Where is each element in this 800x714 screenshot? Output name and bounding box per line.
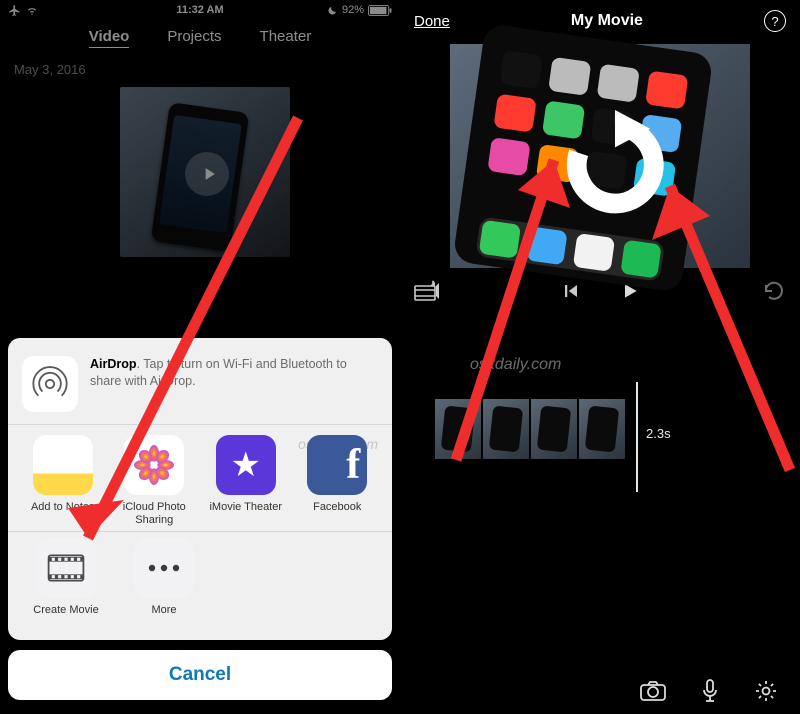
help-icon[interactable]: ? [764,10,786,32]
camera-icon[interactable] [640,681,666,701]
clip-segment[interactable] [482,398,530,460]
icloud-photo-label: iCloud Photo Sharing [112,501,198,527]
clip-duration: 2.3s [646,426,671,441]
done-button[interactable]: Done [414,13,450,30]
action-row: Create Movie More [18,538,382,630]
timeline-clips[interactable] [434,398,626,460]
screenshot-stage: 11:32 AM 92% Video Projects Theater May … [0,0,800,714]
imovie-theater-icon[interactable] [216,435,276,495]
airdrop-row[interactable]: AirDrop. Tap to turn on Wi-Fi and Blueto… [22,356,378,412]
svg-text:♪: ♪ [431,280,435,288]
facebook-icon[interactable]: f [307,435,367,495]
more-icon[interactable] [134,538,194,598]
icloud-photo-icon[interactable] [124,435,184,495]
notes-app-icon[interactable] [33,435,93,495]
editor-topbar: Done My Movie ? [400,0,800,38]
prev-frame-icon[interactable] [562,282,580,300]
playhead[interactable] [636,382,638,492]
timeline[interactable]: osxdaily.com 2.3s [400,306,800,556]
project-title: My Movie [571,12,643,30]
media-browser-icon[interactable]: ♪ [414,280,440,302]
rotate-icon[interactable] [560,110,670,220]
cancel-button[interactable]: Cancel [8,650,392,700]
airdrop-icon [22,356,78,412]
settings-gear-icon[interactable] [754,679,778,703]
divider2 [8,531,392,532]
left-phone: 11:32 AM 92% Video Projects Theater May … [0,0,400,714]
share-sheet: AirDrop. Tap to turn on Wi-Fi and Blueto… [8,338,392,700]
microphone-icon[interactable] [702,679,718,703]
more-label: More [118,604,210,630]
bottom-toolbar [400,668,800,714]
clip-segment[interactable] [578,398,626,460]
clip-segment[interactable] [434,398,482,460]
video-preview[interactable] [450,44,750,268]
create-movie-label: Create Movie [20,604,112,630]
divider1 [8,424,392,425]
create-movie-icon[interactable] [36,538,96,598]
imovie-theater-label: iMovie Theater [203,501,289,527]
clip-segment[interactable] [530,398,578,460]
watermark-right: osxdaily.com [470,356,561,374]
notes-app-label: Add to Notes [20,501,106,527]
right-phone: Done My Movie ? ♪ [400,0,800,714]
app-row: Add to Notes iCloud Photo Sharing iMovie… [18,435,382,527]
airdrop-text: AirDrop. Tap to turn on Wi-Fi and Blueto… [90,356,378,390]
facebook-label: Facebook [295,501,381,527]
undo-icon[interactable] [762,281,786,301]
